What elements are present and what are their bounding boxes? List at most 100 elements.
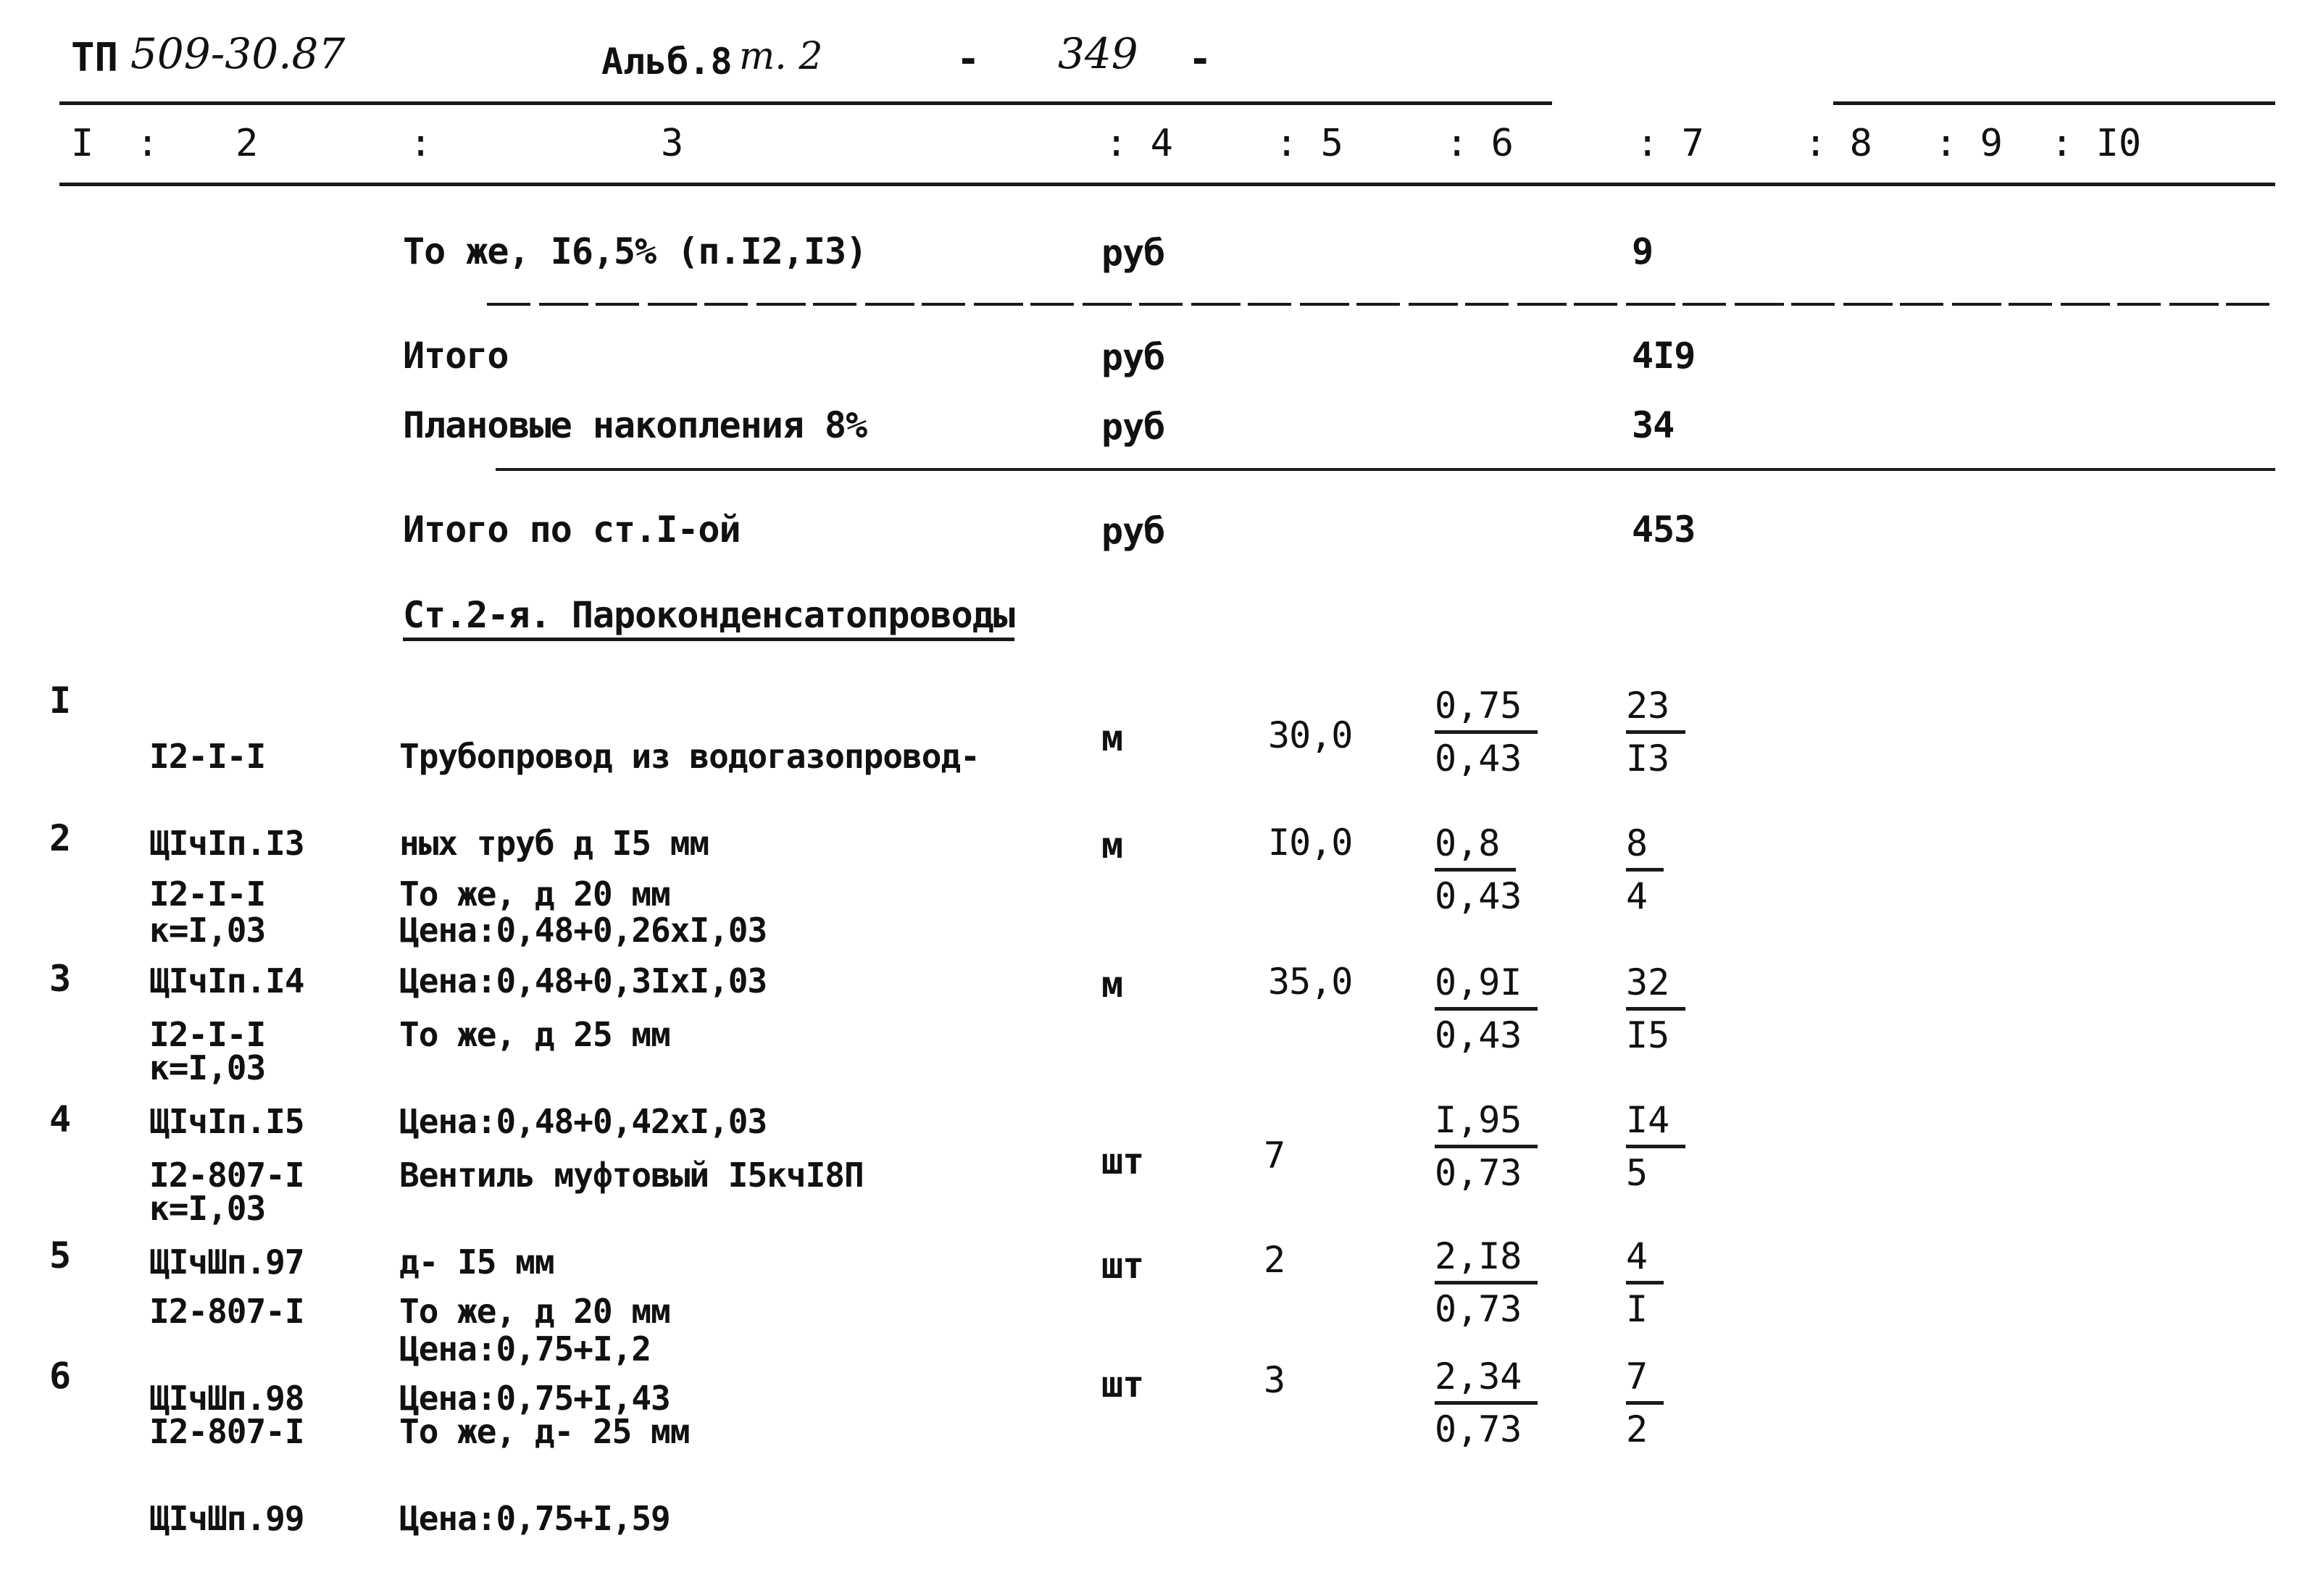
total-wage: 5 [1626,1152,1648,1194]
total-wage: I3 [1626,738,1670,780]
section-title: Ст.2-я. Пароконденсатопроводы [403,594,1015,641]
code-line: I2-807-I [149,1412,305,1451]
desc-line: То же, д 20 мм [399,1292,671,1331]
unit-price: 2,I8 [1435,1232,1538,1284]
desc-line: Вентиль муфтовый I5кчI8П [399,1156,864,1195]
item-unit: м [1101,824,1123,866]
album-label: Альб.8 [601,41,733,83]
item-unit: шт [1101,1245,1144,1287]
item-quantity: 35,0 [1268,961,1353,1003]
desc-line: То же, д 25 мм [399,1015,671,1054]
total-price: 23 [1626,681,1686,734]
col-header-10: : I0 [2051,122,2142,165]
summary-divider [487,303,2275,306]
item-number: 5 [49,1234,71,1277]
summary-unit: руб [1101,406,1165,448]
total-cost-fraction: 7 2 [1626,1352,1664,1454]
item-quantity: 3 [1264,1359,1285,1401]
summary-unit: руб [1101,510,1165,552]
unit-price: I,95 [1435,1095,1538,1148]
unit-wage: 0,73 [1435,1152,1522,1194]
total-wage: 4 [1626,875,1648,917]
total-cost-fraction: 4 I [1626,1232,1664,1334]
summary-name: То же, I6,5% (п.I2,I3) [403,230,867,272]
total-wage: 2 [1626,1408,1648,1450]
item-unit: м [1101,717,1123,759]
page-number: 349 [1058,29,1138,78]
item-number: I [49,680,71,722]
total-price: I4 [1626,1095,1686,1148]
total-cost-fraction: 8 4 [1626,819,1664,921]
unit-cost-fraction: I,95 0,73 [1435,1095,1538,1198]
summary-name: Плановые накопления 8% [403,404,867,446]
desc-line: То же, д- 25 мм [399,1412,690,1451]
unit-wage: 0,43 [1435,875,1522,917]
col-header-8: : 8 [1804,122,1872,165]
total-wage: I5 [1626,1014,1670,1056]
col-header-2: 2 [235,122,259,165]
col-header-sep: : [409,122,433,165]
unit-cost-fraction: 0,9I 0,43 [1435,958,1538,1060]
summary-total: 453 [1632,509,1696,551]
unit-cost-fraction: 2,34 0,73 [1435,1352,1538,1454]
unit-wage: 0,73 [1435,1288,1522,1330]
col-header-6: : 6 [1446,122,1514,165]
total-cost-fraction: I4 5 [1626,1095,1686,1198]
col-header-9: : 9 [1935,122,2003,165]
code-line: I2-I-I [149,874,266,914]
desc-line: То же, д 20 мм [399,874,671,914]
summary-name: Итого [403,335,509,377]
code-line: I2-807-I [149,1292,305,1331]
item-quantity: I0,0 [1268,822,1353,864]
col-header-7: : 7 [1636,122,1704,165]
total-price: 7 [1626,1352,1664,1405]
desc-line: Трубопровод из водогазопровод- [399,737,980,776]
total-price: 32 [1626,958,1686,1011]
unit-cost-fraction: 0,8 0,43 [1435,819,1522,921]
item-number: 6 [49,1355,71,1397]
item-code: I2-807-I ЩIчШп.99 [149,1359,305,1591]
item-description: То же, д- 25 мм Цена:0,75+I,59 [399,1359,690,1591]
item-quantity: 30,0 [1268,714,1353,756]
item-number: 2 [49,817,71,859]
item-number: 3 [49,958,71,1000]
col-header-1: I [71,122,94,165]
item-unit: шт [1101,1140,1144,1182]
top-rule-right [1833,101,2275,105]
total-price: 8 [1626,819,1664,872]
code-line: I2-807-I [149,1156,305,1195]
unit-price: 0,8 [1435,819,1517,872]
unit-price: 0,9I [1435,958,1538,1011]
col-header-3: 3 [661,122,684,165]
doc-series-label: ТП [71,35,119,80]
unit-cost-fraction: 0,75 0,43 [1435,681,1538,783]
col-header-sep: : [136,122,159,165]
unit-wage: 0,43 [1435,1014,1522,1056]
code-line: I2-I-I [149,737,266,776]
unit-price: 0,75 [1435,681,1538,734]
col-header-4: : 4 [1105,122,1173,165]
item-unit: шт [1101,1363,1144,1405]
top-rule [59,101,1552,105]
code-line: I2-I-I [149,1015,266,1054]
col-header-5: : 5 [1275,122,1343,165]
code-line: ЩIчШп.99 [149,1499,305,1538]
item-number: 4 [49,1098,71,1140]
summary-unit: руб [1101,232,1165,274]
summary-name: Итого по ст.I-ой [403,509,741,551]
unit-wage: 0,73 [1435,1408,1522,1450]
unit-wage: 0,43 [1435,738,1522,780]
desc-line: Цена:0,75+I,59 [399,1499,671,1538]
summary-total: 4I9 [1632,335,1696,377]
page-dash-left: - [956,36,980,82]
page-dash-right: - [1188,36,1212,82]
total-cost-fraction: 32 I5 [1626,958,1686,1060]
unit-price: 2,34 [1435,1352,1538,1405]
total-cost-fraction: 23 I3 [1626,681,1686,783]
summary-total: 9 [1632,230,1654,272]
total-price: 4 [1626,1232,1664,1284]
unit-cost-fraction: 2,I8 0,73 [1435,1232,1538,1334]
summary-divider [496,468,2275,471]
volume-label: т. 2 [739,35,823,78]
summary-unit: руб [1101,336,1165,378]
